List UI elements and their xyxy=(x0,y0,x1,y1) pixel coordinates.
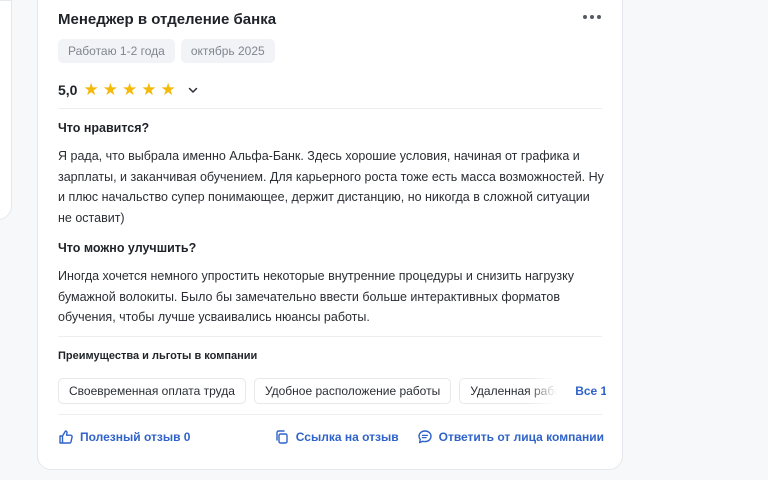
company-reply-button[interactable]: Ответить от лица компании xyxy=(417,429,604,445)
helpful-button[interactable]: Полезный отзыв 0 xyxy=(58,429,190,445)
more-options-button[interactable] xyxy=(580,9,604,25)
star-icon: ★ xyxy=(83,80,99,99)
divider xyxy=(58,108,602,109)
benefit-chip: Удаленная работа xyxy=(459,378,558,404)
review-actions: Полезный отзыв 0 Ссылка на отзыв Ответит… xyxy=(58,429,604,445)
tag-date: октябрь 2025 xyxy=(180,39,275,63)
benefit-chip: Своевременная оплата труда xyxy=(58,378,246,404)
more-dots-icon xyxy=(583,15,587,19)
divider xyxy=(58,336,602,337)
pros-title: Что нравится? xyxy=(58,121,150,135)
copy-link-icon xyxy=(276,430,288,444)
copy-link-label: Ссылка на отзыв xyxy=(295,430,399,444)
pros-text: Я рада, что выбрала именно Альфа-Банк. З… xyxy=(58,149,604,225)
show-all-label: Все 15 xyxy=(575,384,606,398)
star-icon: ★ xyxy=(141,80,157,99)
show-all-benefits-button[interactable]: Все 15 xyxy=(575,384,606,398)
divider xyxy=(58,414,602,415)
review-tags: Работаю 1-2 года октябрь 2025 xyxy=(58,39,275,63)
rating-stars: ★ ★ ★ ★ ★ xyxy=(83,81,175,98)
review-card: Менеджер в отделение банка Работаю 1-2 г… xyxy=(37,0,623,470)
chevron-down-icon xyxy=(188,87,197,93)
helpful-label: Полезный отзыв 0 xyxy=(80,430,191,444)
rating-row: 5,0 ★ ★ ★ ★ ★ xyxy=(58,81,200,98)
star-icon: ★ xyxy=(102,80,118,99)
chat-bubble-icon xyxy=(417,430,432,444)
copy-link-button[interactable]: Ссылка на отзыв xyxy=(274,429,399,445)
thumbs-up-icon xyxy=(59,430,73,444)
review-title: Менеджер в отделение банка xyxy=(58,11,277,28)
side-panel xyxy=(0,0,12,220)
cons-title: Что можно улучшить? xyxy=(58,241,197,255)
company-reply-label: Ответить от лица компании xyxy=(438,430,604,444)
cons-text: Иногда хочется немного упростить некотор… xyxy=(58,269,575,324)
star-icon: ★ xyxy=(121,80,138,99)
rating-details-toggle[interactable] xyxy=(186,83,200,97)
rating-value: 5,0 xyxy=(58,81,78,98)
benefits-title: Преимущества и льготы в компании xyxy=(58,350,258,362)
tag-experience: Работаю 1-2 года xyxy=(58,39,175,63)
benefits-list: Своевременная оплата труда Удобное распо… xyxy=(58,378,606,404)
benefit-chip: Удобное расположение работы xyxy=(253,378,452,404)
star-icon: ★ xyxy=(160,80,176,99)
